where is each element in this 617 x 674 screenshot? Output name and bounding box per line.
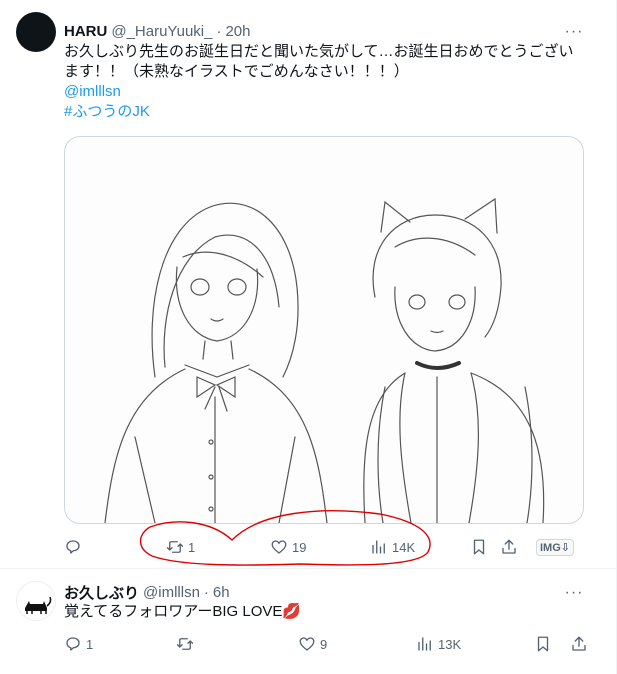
author-handle[interactable]: @_HaruYuuki_ — [111, 23, 212, 40]
retweet-button[interactable]: 1 — [166, 535, 195, 559]
retweet-count: 1 — [188, 539, 196, 555]
like-icon — [271, 540, 287, 554]
share-button[interactable] — [500, 535, 518, 559]
views-icon — [418, 637, 431, 651]
author-handle[interactable]: @imlllsn — [143, 584, 200, 601]
img-download-button[interactable]: IMG⇩ — [536, 535, 574, 559]
tweet-text: お久しぶり先生のお誕生日だと聞いた気がして…お誕生日おめでとうござい ます！！（… — [64, 42, 594, 122]
views-icon — [372, 540, 385, 554]
tweet-text-line: お久しぶり先生のお誕生日だと聞いた気がして…お誕生日おめでとうござい — [64, 43, 574, 60]
bookmark-button[interactable] — [534, 632, 552, 656]
reply-count: 1 — [86, 636, 94, 652]
reply-button[interactable] — [64, 535, 86, 559]
retweet-button[interactable] — [176, 632, 198, 656]
retweet-icon — [166, 541, 184, 553]
tweet-text: 覚えてるフォロワアーBIG LOVE💋 — [64, 603, 302, 620]
mention-link[interactable]: @imlllsn — [64, 82, 594, 102]
bookmark-icon — [537, 636, 549, 652]
cat-icon — [25, 596, 52, 614]
like-button[interactable]: 19 — [270, 535, 306, 559]
share-button[interactable] — [570, 632, 588, 656]
img-download-badge: IMG⇩ — [536, 538, 574, 556]
avatar[interactable] — [16, 581, 56, 621]
reply-icon — [66, 637, 80, 651]
bookmark-icon — [473, 539, 485, 555]
views-count: 13K — [438, 636, 462, 652]
tweet-actions: 1 19 14K IMG⇩ — [64, 535, 599, 559]
tweet-actions: 1 9 13K — [64, 632, 599, 656]
tweet-text-line: ます！！（未熟なイラストでごめんなさい！！！） — [64, 63, 409, 80]
tweet-haru[interactable]: HARU @_HaruYuuki_ · 20h ··· お久しぶり先生のお誕生日… — [0, 0, 617, 568]
retweet-icon — [176, 638, 194, 650]
separator-dot: · — [203, 583, 209, 601]
sketch-illustration — [104, 197, 545, 523]
like-count: 9 — [320, 636, 328, 652]
author-name[interactable]: HARU — [64, 23, 107, 40]
views-button[interactable]: 14K — [370, 535, 415, 559]
tweet-header: お久しぶり @imlllsn · 6h — [64, 582, 230, 602]
views-button[interactable]: 13K — [416, 632, 461, 656]
hashtag-link[interactable]: #ふつうのJK — [64, 102, 594, 122]
more-icon[interactable]: ··· — [564, 583, 584, 603]
bookmark-button[interactable] — [470, 535, 488, 559]
more-icon[interactable]: ··· — [564, 22, 584, 42]
tweet-media-image[interactable] — [64, 136, 584, 524]
like-count: 19 — [292, 539, 307, 555]
views-count: 14K — [392, 539, 416, 555]
tweet-reply[interactable]: お久しぶり @imlllsn · 6h ··· 覚えてるフォロワアーBIG LO… — [0, 568, 617, 674]
reply-button[interactable]: 1 — [64, 632, 93, 656]
like-icon — [299, 637, 315, 651]
author-name[interactable]: お久しぶり — [64, 582, 139, 603]
tweet-timestamp[interactable]: 6h — [213, 584, 230, 601]
share-icon — [572, 636, 586, 651]
share-icon — [502, 539, 516, 554]
reply-icon — [66, 540, 80, 554]
separator-dot: · — [216, 22, 222, 40]
like-button[interactable]: 9 — [298, 632, 327, 656]
tweet-timestamp[interactable]: 20h — [225, 23, 250, 40]
tweet-header: HARU @_HaruYuuki_ · 20h — [64, 21, 251, 41]
avatar[interactable] — [16, 12, 56, 52]
